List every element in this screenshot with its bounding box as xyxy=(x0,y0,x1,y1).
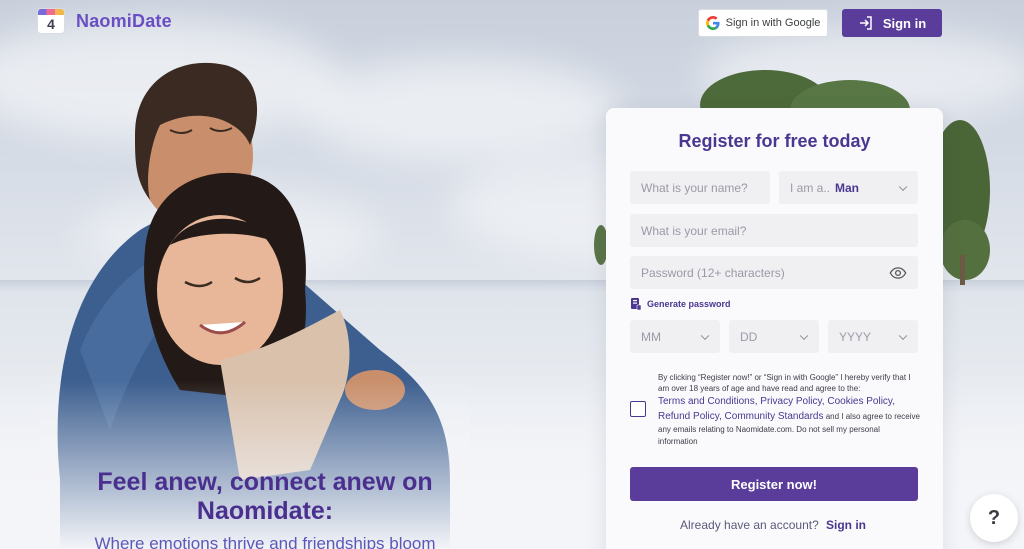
privacy-link[interactable]: Privacy Policy xyxy=(760,396,822,407)
gender-select[interactable]: I am a.. Man xyxy=(779,171,918,204)
google-signin-label: Sign in with Google xyxy=(725,17,821,29)
chevron-down-icon xyxy=(898,331,908,340)
password-field[interactable] xyxy=(630,256,918,289)
email-field[interactable] xyxy=(630,214,918,247)
year-placeholder: YYYY xyxy=(839,329,872,344)
hero-headline: Feel anew, connect anew on Naomidate: xyxy=(97,468,433,525)
terms-text: By clicking “Register now!” or “Sign in … xyxy=(658,373,920,446)
chevron-down-icon xyxy=(700,331,710,340)
name-field[interactable] xyxy=(630,171,770,204)
terms-checkbox[interactable] xyxy=(630,401,646,417)
gender-prefix: I am a.. xyxy=(790,180,831,195)
calendar-icon: 4 xyxy=(38,9,64,33)
google-signin-button[interactable]: Sign in with Google xyxy=(698,9,828,37)
header-signin-button[interactable]: Sign in xyxy=(842,9,942,37)
terms-intro: By clicking “Register now!” or “Sign in … xyxy=(658,373,911,394)
already-account-text: Already have an account? xyxy=(680,518,819,532)
terms-link[interactable]: Terms and Conditions xyxy=(658,396,755,407)
generate-password-link[interactable]: Generate password xyxy=(631,298,731,310)
eye-icon[interactable] xyxy=(889,266,907,279)
gender-value: Man xyxy=(835,180,860,195)
footer-signin-link[interactable]: Sign in xyxy=(826,518,866,532)
header-signin-label: Sign in xyxy=(882,15,927,31)
month-placeholder: MM xyxy=(641,329,661,344)
refund-link[interactable]: Refund Policy xyxy=(658,411,719,422)
chevron-down-icon xyxy=(898,182,908,191)
email-input[interactable] xyxy=(641,223,918,238)
name-input[interactable] xyxy=(641,180,770,195)
birth-year-select[interactable]: YYYY xyxy=(828,320,918,353)
google-icon xyxy=(705,16,720,30)
chevron-down-icon xyxy=(799,331,809,340)
logo-number: 4 xyxy=(47,16,55,32)
birth-day-select[interactable]: DD xyxy=(729,320,819,353)
register-button[interactable]: Register now! xyxy=(630,467,918,501)
community-link[interactable]: Community Standards xyxy=(725,411,824,422)
login-icon xyxy=(859,16,872,30)
help-button[interactable]: ? xyxy=(970,494,1018,542)
key-icon xyxy=(631,298,641,310)
cookies-link[interactable]: Cookies Policy xyxy=(827,396,892,407)
generate-password-label: Generate password xyxy=(647,299,731,309)
hero-subline: Where emotions thrive and friendships bl… xyxy=(94,534,436,549)
day-placeholder: DD xyxy=(740,329,758,344)
password-input[interactable] xyxy=(641,265,918,280)
logo[interactable]: 4 NaomiDate xyxy=(38,9,172,33)
birth-month-select[interactable]: MM xyxy=(630,320,720,353)
brand-name: NaomiDate xyxy=(76,10,172,31)
form-title: Register for free today xyxy=(678,131,871,151)
